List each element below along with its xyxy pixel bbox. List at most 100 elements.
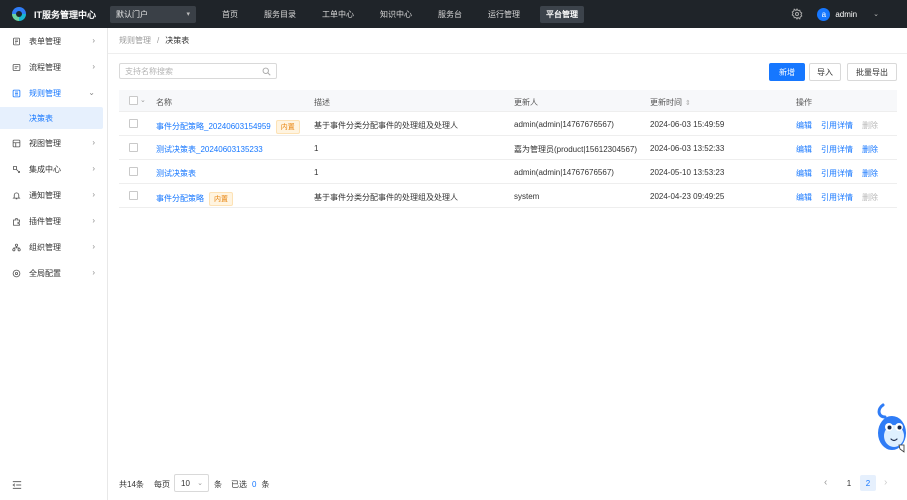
app-logo[interactable]: IT服务管理中心	[0, 0, 108, 28]
delete-link: 删除	[862, 193, 878, 202]
sidebar-item[interactable]: 组织管理 ›	[0, 234, 107, 260]
sidebar-item[interactable]: 视图管理 ›	[0, 130, 107, 156]
nav-item[interactable]: 平台管理	[540, 5, 584, 23]
flow-icon	[12, 63, 21, 72]
edit-link[interactable]: 编辑	[796, 169, 812, 178]
assistant-mascot-icon[interactable]	[873, 403, 907, 453]
row-checkbox[interactable]	[129, 143, 138, 152]
batch-export-button[interactable]: 批量导出	[847, 63, 897, 81]
nav-item[interactable]: 服务目录	[258, 6, 302, 23]
select-all-checkbox[interactable]	[129, 96, 138, 105]
sidebar-item-label: 组织管理	[29, 242, 61, 252]
form-icon	[12, 37, 21, 46]
sidebar-item[interactable]: 表单管理 ›	[0, 28, 107, 54]
row-checkbox[interactable]	[129, 191, 138, 200]
top-bar: IT服务管理中心 默认门户 ▾ 首页 服务目录 工单中心 知识中心 服务台 运行管理 平台管…	[0, 0, 907, 28]
builtin-tag: 内置	[209, 192, 233, 206]
row-checkbox[interactable]	[129, 119, 138, 128]
edit-link[interactable]: 编辑	[796, 145, 812, 154]
search-icon[interactable]	[262, 67, 271, 76]
nav-item[interactable]: 首页	[216, 6, 244, 23]
per-page-label: 每页	[154, 480, 170, 489]
sidebar-item[interactable]: 插件管理 ›	[0, 208, 107, 234]
table-row: 事件分配策略_20240603154959 内置 基于事件分类分配事件的处理组及处理…	[119, 112, 897, 136]
page-size-value: 10	[181, 478, 190, 488]
row-checkbox[interactable]	[129, 167, 138, 176]
logo-icon	[12, 7, 26, 21]
edit-link[interactable]: 编辑	[796, 193, 812, 202]
sidebar-item[interactable]: 流程管理 ›	[0, 54, 107, 80]
app-title: IT服务管理中心	[34, 9, 96, 20]
sidebar-item[interactable]: 集成中心 ›	[0, 156, 107, 182]
updater-cell: system	[514, 192, 540, 201]
chevron-right-icon: ›	[92, 268, 95, 277]
ops-cell: 编辑 引用详情 删除	[796, 120, 887, 131]
import-button[interactable]: 导入	[809, 63, 841, 81]
reference-detail-link[interactable]: 引用详情	[821, 169, 853, 178]
desc-cell: 1	[314, 144, 319, 153]
search-input[interactable]	[119, 63, 277, 79]
column-header-time[interactable]: 更新时间 ⇕	[650, 97, 691, 108]
decision-table: ⌄ 名称 描述 更新人 更新时间 ⇕ 操作 事件分配策略_202406031549…	[119, 90, 897, 208]
page-button-2[interactable]: 2	[860, 475, 876, 491]
column-header-desc: 描述	[314, 98, 330, 107]
updater-cell: 嘉为管理员(product|15612304567)	[514, 145, 638, 154]
decision-table-name-link[interactable]: 事件分配策略_20240603154959	[156, 122, 271, 131]
sidebar-item-label: 集成中心	[29, 164, 61, 174]
chevron-down-icon: ⌄	[88, 88, 95, 97]
avatar[interactable]: a	[817, 7, 831, 21]
gear-icon[interactable]	[791, 8, 803, 20]
collapse-sidebar-icon[interactable]	[12, 480, 22, 490]
nav-item[interactable]: 知识中心	[374, 6, 418, 23]
ops-cell: 编辑 引用详情 删除	[796, 192, 887, 203]
page-size-select[interactable]: 10 ⌄	[174, 474, 209, 492]
total-count: 共14条	[119, 480, 144, 489]
ops-cell: 编辑 引用详情 删除	[796, 144, 887, 155]
sidebar-item[interactable]: 全局配置 ›	[0, 260, 107, 286]
breadcrumb-parent[interactable]: 规则管理	[119, 35, 151, 46]
username[interactable]: admin	[835, 10, 857, 19]
chevron-right-icon: ›	[92, 216, 95, 225]
sidebar: 表单管理 › 流程管理 › 规则管理 ⌄ 决策表 视图管理 › 集成中心 › 通知管理 › 插件管理 › 组织…	[0, 28, 108, 500]
decision-table-name-link[interactable]: 测试决策表_20240603135233	[156, 145, 263, 154]
updater-cell: admin(admin|14767676567)	[514, 120, 614, 129]
name-cell: 事件分配策略_20240603154959 内置	[156, 120, 300, 134]
chevron-down-icon[interactable]: ⌄	[140, 96, 146, 104]
chevron-right-icon: ›	[92, 36, 95, 45]
reference-detail-link[interactable]: 引用详情	[821, 145, 853, 154]
nav-item[interactable]: 服务台	[432, 6, 468, 23]
page-button-1[interactable]: 1	[841, 475, 857, 491]
sidebar-item[interactable]: 规则管理 ⌄	[0, 80, 107, 106]
chevron-left-icon[interactable]: ‹	[824, 477, 827, 488]
time-cell: 2024-04-23 09:49:25	[650, 192, 725, 201]
sidebar-item-label: 流程管理	[29, 62, 61, 72]
add-button[interactable]: 新增	[769, 63, 805, 81]
builtin-tag: 内置	[275, 120, 300, 134]
chevron-right-icon[interactable]: ›	[884, 477, 887, 488]
chevron-down-icon[interactable]: ⌄	[873, 10, 879, 18]
reference-detail-link[interactable]: 引用详情	[821, 121, 853, 130]
pagination: 共14条 每页 10 ⌄ 条 已选 0 条 ‹ 1 2 ›	[119, 474, 897, 494]
name-cell: 测试决策表_20240603135233	[156, 144, 263, 155]
portal-select[interactable]: 默认门户 ▾	[110, 5, 196, 23]
sidebar-item-label: 插件管理	[29, 216, 61, 226]
decision-table-name-link[interactable]: 测试决策表	[156, 169, 196, 178]
table-row: 测试决策表 1 admin(admin|14767676567) 2024-05-10…	[119, 160, 897, 184]
sort-icon[interactable]: ⇕	[685, 100, 691, 107]
sidebar-subitem-decision-table[interactable]: 决策表	[0, 107, 103, 129]
nav-item[interactable]: 工单中心	[316, 6, 360, 23]
delete-link[interactable]: 删除	[862, 169, 878, 178]
breadcrumb-current: 决策表	[165, 36, 190, 45]
table-row: 事件分配策略 内置 基于事件分类分配事件的处理组及处理人 system 2024-04-…	[119, 184, 897, 208]
time-cell: 2024-06-03 13:52:33	[650, 144, 725, 153]
chevron-right-icon: ›	[92, 138, 95, 147]
decision-table-name-link[interactable]: 事件分配策略	[156, 194, 204, 203]
nav-item[interactable]: 运行管理	[482, 6, 526, 23]
table-header: ⌄ 名称 描述 更新人 更新时间 ⇕ 操作	[119, 90, 897, 112]
chevron-down-icon: ⌄	[197, 480, 203, 487]
edit-link[interactable]: 编辑	[796, 121, 812, 130]
delete-link: 删除	[862, 121, 878, 130]
reference-detail-link[interactable]: 引用详情	[821, 193, 853, 202]
sidebar-item[interactable]: 通知管理 ›	[0, 182, 107, 208]
delete-link[interactable]: 删除	[862, 145, 878, 154]
